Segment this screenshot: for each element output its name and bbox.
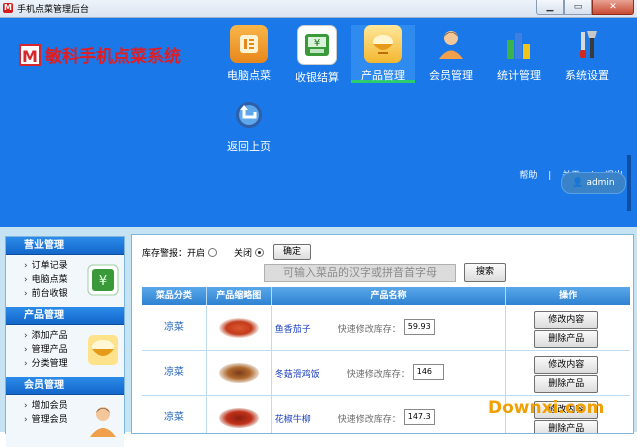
sidebar-section-member: 增加会员 管理会员: [6, 395, 124, 447]
sidebar: 营业管理 订单记录 电脑点菜 前台收银 ¥ 产品管理 添加产品 管理产品 分类管…: [5, 236, 125, 447]
nav-label: 收银结算: [295, 71, 339, 84]
name-cell: 鱼香茄子 快速修改库存： 59.93: [272, 306, 507, 350]
tools-icon: [568, 25, 606, 63]
cash-register-icon: ¥: [86, 263, 119, 296]
close-button[interactable]: ✕: [592, 0, 634, 15]
nav-label: 电脑点菜: [227, 69, 271, 82]
food-bowl-icon: [364, 25, 402, 63]
nav-item-statistics[interactable]: 统计管理: [487, 25, 551, 89]
user-button[interactable]: 👤 admin: [561, 172, 626, 194]
dish-thumbnail: [218, 408, 259, 428]
nav-item-checkout[interactable]: ¥ 收银结算: [285, 25, 349, 89]
stock-alert-label: 库存警报：开启: [142, 248, 206, 259]
column-header: 产品缩略图: [207, 287, 272, 305]
thumbnail-cell: [207, 396, 272, 433]
sidebar-section-title: 营业管理: [6, 237, 124, 255]
nav-label: 产品管理: [361, 69, 405, 82]
edit-button[interactable]: 修改内容: [534, 356, 599, 374]
app-header: M 敏科手机点菜系统 电脑点菜 ¥ 收银结算 产品管理 会员管理 统计管理 系统…: [0, 18, 637, 227]
search-input[interactable]: 可输入菜品的汉字或拼音首字母: [264, 264, 456, 282]
brand-logo: M 敏科手机点菜系统: [19, 42, 181, 67]
svg-text:¥: ¥: [99, 274, 107, 289]
delete-button[interactable]: 删除产品: [534, 330, 599, 348]
category-cell: 凉菜: [142, 351, 207, 395]
minimize-icon: ▁: [546, 2, 554, 12]
food-bowl-icon: [86, 333, 118, 365]
nav-item-go-back[interactable]: 返回上页: [217, 96, 281, 160]
category-cell: 凉菜: [142, 396, 207, 433]
nav-item-pc-order[interactable]: 电脑点菜: [217, 25, 281, 89]
user-name: admin: [586, 178, 615, 188]
menu-card-icon: [230, 25, 268, 63]
stock-alert-off-label: 关闭: [234, 248, 253, 259]
product-name[interactable]: 花椒牛柳: [275, 412, 311, 425]
window-titlebar: M 手机点菜管理后台 ▁ ▭ ✕: [0, 0, 637, 18]
help-link[interactable]: 帮助: [519, 171, 537, 181]
table-header: 菜品分类 产品缩略图 产品名称 操作: [142, 287, 630, 305]
thumbnail-cell: [207, 351, 272, 395]
header-scrollbar[interactable]: [627, 155, 631, 211]
nav-item-member-mgmt[interactable]: 会员管理: [419, 25, 483, 89]
cash-register-icon: ¥: [297, 25, 337, 65]
member-icon: [86, 403, 118, 437]
stock-input[interactable]: 59.93: [403, 319, 435, 335]
maximize-button[interactable]: ▭: [564, 0, 592, 15]
window-title: 手机点菜管理后台: [17, 5, 90, 15]
search-button[interactable]: 搜索: [464, 263, 506, 282]
quick-stock-label: 快速修改库存：: [337, 415, 401, 425]
minimize-button[interactable]: ▁: [536, 0, 564, 15]
confirm-button[interactable]: 确定: [273, 244, 312, 260]
stock-alert-on-radio[interactable]: [208, 247, 218, 257]
dish-thumbnail: [218, 363, 259, 383]
column-header: 菜品分类: [142, 287, 207, 305]
name-cell: 花椒牛柳 快速修改库存： 147.3: [272, 396, 507, 433]
back-arrow-icon: [230, 96, 268, 134]
nav-item-system-settings[interactable]: 系统设置: [555, 25, 619, 89]
name-cell: 冬菇滑鸡饭 快速修改库存： 146: [272, 351, 507, 395]
column-header: 产品名称: [272, 287, 507, 305]
window-controls: ▁ ▭ ✕: [536, 0, 634, 15]
site-watermark: Downxi.com: [488, 398, 605, 418]
actions-cell: 修改内容 删除产品: [506, 306, 630, 350]
stock-alert-row: 库存警报：开启 关闭 确定: [142, 244, 312, 260]
svg-text:¥: ¥: [314, 38, 320, 49]
stock-input[interactable]: 147.3: [403, 409, 435, 425]
divider: |: [548, 171, 552, 181]
sidebar-section-title: 会员管理: [6, 377, 124, 395]
close-icon: ✕: [609, 2, 617, 12]
nav-label: 统计管理: [497, 69, 541, 82]
brand-name: 敏科手机点菜系统: [45, 47, 181, 67]
maximize-icon: ▭: [573, 2, 583, 12]
table-row: 凉菜 冬菇滑鸡饭 快速修改库存： 146 修改内容 删除产品: [142, 351, 630, 396]
column-header: 操作: [559, 291, 578, 301]
sidebar-section-business: 订单记录 电脑点菜 前台收银 ¥: [6, 255, 124, 307]
actions-cell: 修改内容 删除产品: [506, 351, 630, 395]
nav-label: 返回上页: [227, 140, 271, 153]
user-icon: 👤: [572, 178, 584, 188]
thumbnail-cell: [207, 306, 272, 350]
product-name[interactable]: 鱼香茄子: [275, 322, 311, 335]
stock-input[interactable]: 146: [412, 364, 444, 380]
stock-alert-off-radio[interactable]: [255, 247, 265, 257]
nav-label: 会员管理: [429, 69, 473, 82]
nav-label: 系统设置: [565, 69, 609, 82]
sidebar-section-title: 产品管理: [6, 307, 124, 325]
category-cell: 凉菜: [142, 306, 207, 350]
dish-thumbnail: [218, 318, 259, 338]
member-icon: [432, 25, 470, 63]
delete-button[interactable]: 删除产品: [534, 375, 599, 393]
table-row: 凉菜 鱼香茄子 快速修改库存： 59.93 修改内容 删除产品: [142, 306, 630, 351]
quick-stock-label: 快速修改库存：: [346, 370, 410, 380]
product-name[interactable]: 冬菇滑鸡饭: [275, 367, 320, 380]
nav-item-product-mgmt[interactable]: 产品管理: [351, 25, 415, 83]
quick-stock-label: 快速修改库存：: [337, 325, 401, 335]
bar-chart-icon: [500, 25, 538, 63]
sidebar-section-product: 添加产品 管理产品 分类管理: [6, 325, 124, 377]
brand-mark: M: [19, 43, 41, 66]
app-icon: M: [3, 3, 13, 13]
edit-button[interactable]: 修改内容: [534, 311, 599, 329]
